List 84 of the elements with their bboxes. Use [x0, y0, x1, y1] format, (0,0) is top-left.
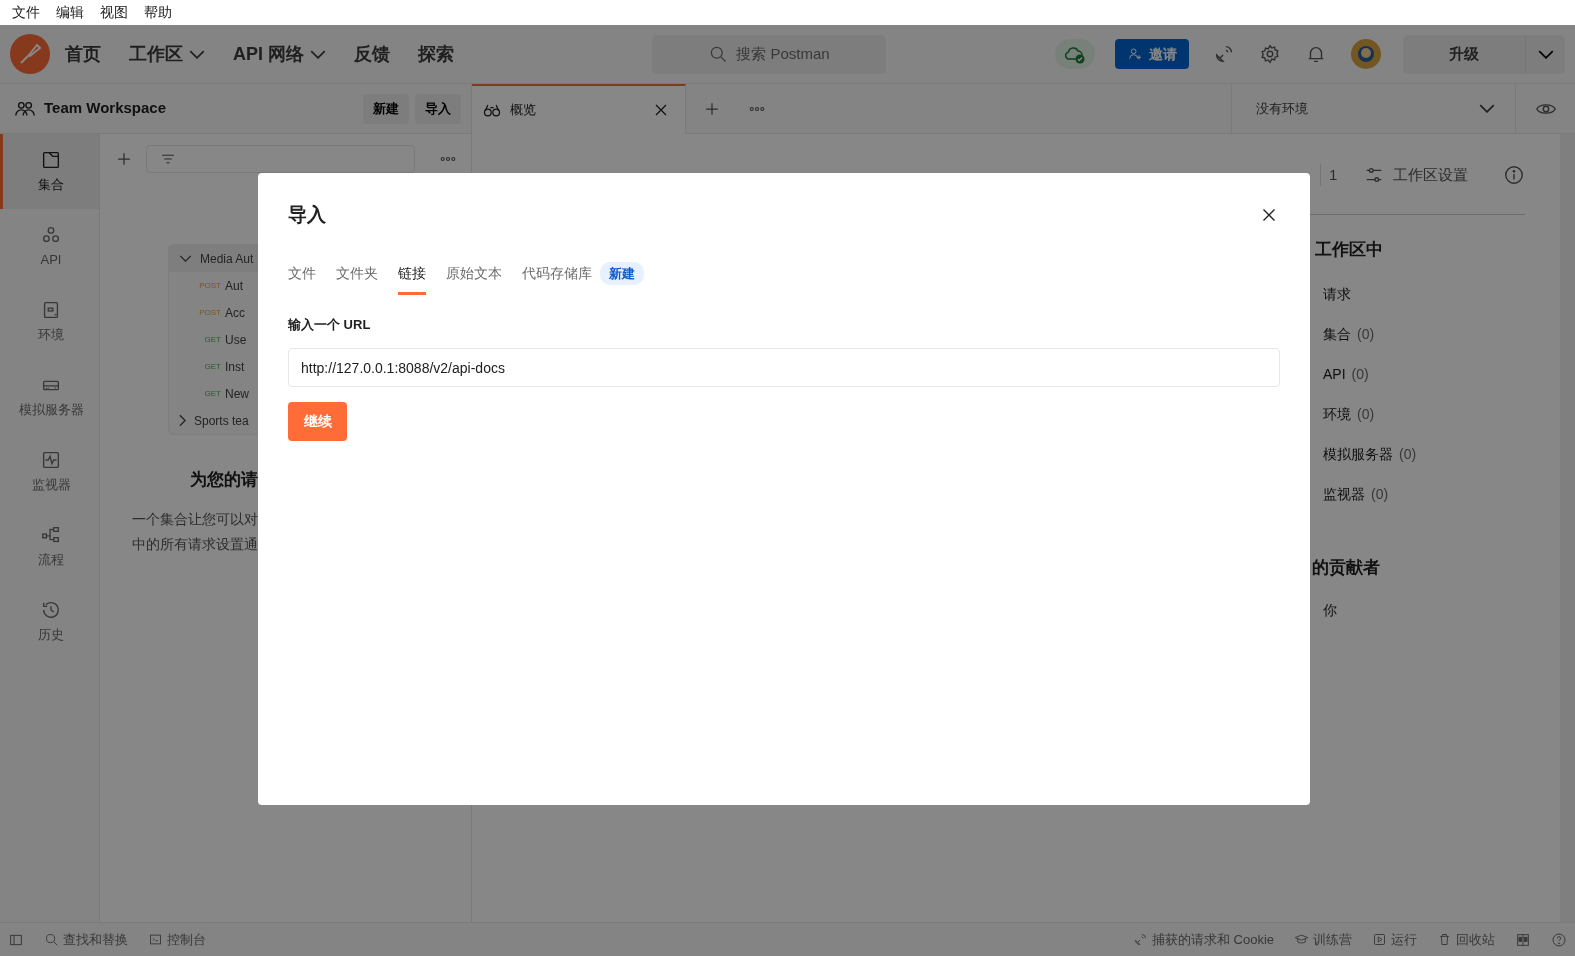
filter-field[interactable]: [146, 145, 415, 173]
sidebar-item[interactable]: 集合: [0, 134, 99, 209]
collection-item[interactable]: Sports tea: [169, 407, 260, 434]
url-input-field[interactable]: http://127.0.0.1:8088/v2/api-docs: [288, 348, 1280, 387]
request-item[interactable]: GET Inst: [169, 353, 260, 380]
nav-link[interactable]: API 网络: [233, 40, 326, 68]
trash-icon: [1437, 932, 1452, 947]
sidebar-item[interactable]: API: [0, 209, 99, 284]
sidebar-item[interactable]: 历史: [0, 584, 99, 659]
workspace-button[interactable]: 新建: [363, 93, 409, 124]
search-icon: [44, 932, 59, 947]
menu-item[interactable]: 编辑: [48, 2, 92, 23]
nav-link[interactable]: 探索: [418, 40, 454, 68]
invite-button[interactable]: 邀请: [1115, 39, 1189, 69]
request-item[interactable]: GET New: [169, 380, 260, 407]
status-button[interactable]: 训练营: [1294, 929, 1352, 950]
empty-state-text: 一个集合让您可以对: [131, 509, 258, 529]
graduation-cap-icon: [1294, 932, 1309, 947]
status-button[interactable]: 控制台: [148, 929, 206, 950]
person-plus-icon: [1127, 46, 1143, 62]
status-button[interactable]: 查找和替换: [44, 929, 128, 950]
nav-link[interactable]: 首页: [65, 40, 101, 68]
status-button[interactable]: 运行: [1372, 929, 1417, 950]
upgrade-menu-button[interactable]: [1525, 34, 1565, 74]
tab[interactable]: 代码存储库: [522, 261, 592, 295]
workspace-name: Team Workspace: [44, 98, 167, 119]
contributor-name: 你: [1323, 601, 1338, 620]
avatar[interactable]: [1351, 39, 1381, 69]
empty-state-text: 中的所有请求设置通: [131, 534, 258, 554]
upgrade-button[interactable]: 升级: [1403, 34, 1525, 74]
continue-button[interactable]: 继续: [288, 402, 347, 441]
sync-status[interactable]: [1055, 39, 1095, 69]
workspace-settings-button[interactable]: 工作区设置: [1363, 163, 1469, 187]
caret-icon: [310, 49, 326, 59]
status-button[interactable]: 回收站: [1437, 929, 1495, 950]
request-item[interactable]: GET Use: [169, 326, 260, 353]
tab[interactable]: 文件: [288, 261, 316, 295]
search-field[interactable]: 搜索 Postman: [652, 34, 886, 74]
workspace-stat[interactable]: 模拟服务器 (0): [1323, 434, 1525, 475]
sidebar-item[interactable]: 环境: [0, 284, 99, 359]
workspace-button[interactable]: 导入: [415, 93, 461, 124]
menu-item[interactable]: 文件: [4, 2, 48, 23]
caret-icon: [1479, 104, 1495, 113]
new-badge: 新建: [600, 261, 644, 285]
dialog-title: 导入: [288, 203, 326, 227]
help-icon[interactable]: [1551, 931, 1567, 948]
tab[interactable]: 文件夹: [336, 261, 378, 295]
tab[interactable]: 概览: [472, 84, 686, 134]
satellite-icon[interactable]: [1213, 43, 1235, 65]
console-icon: [148, 932, 163, 947]
nav-link[interactable]: 反馈: [354, 40, 390, 68]
workspace-stat[interactable]: 监视器 (0): [1323, 474, 1525, 515]
menu-item[interactable]: 帮助: [136, 2, 180, 23]
request-item[interactable]: POST Acc: [169, 299, 260, 326]
nav-link[interactable]: 工作区: [129, 40, 205, 68]
field-label: 输入一个 URL: [288, 315, 372, 334]
status-button[interactable]: 捕获的请求和 Cookie: [1132, 929, 1274, 950]
chevron-right-icon: [179, 414, 186, 427]
logo[interactable]: [10, 34, 50, 74]
satellite-icon: [1132, 932, 1148, 947]
info-icon[interactable]: [1503, 164, 1525, 186]
section-title: 的贡献者: [1312, 556, 1381, 579]
workspace-stat[interactable]: 集合 (0): [1323, 314, 1525, 355]
sidebar-item[interactable]: 模拟服务器: [0, 359, 99, 434]
section-title: 工作区中: [1315, 239, 1384, 261]
sidebar-item[interactable]: 监视器: [0, 434, 99, 509]
empty-state-title: 为您的请: [189, 469, 258, 491]
environment-dropdown[interactable]: 没有环境: [1231, 84, 1515, 133]
tab[interactable]: 链接: [398, 261, 426, 295]
settings-icon[interactable]: [1259, 43, 1281, 65]
request-item[interactable]: POST Aut: [169, 272, 260, 299]
collection-item[interactable]: Media Aut: [169, 245, 260, 272]
menu-item[interactable]: 视图: [92, 2, 136, 23]
layout-icon[interactable]: [1515, 931, 1531, 948]
caret-icon: [189, 49, 205, 59]
workspace-stat[interactable]: API (0): [1323, 354, 1525, 395]
caret-icon: [1537, 50, 1554, 60]
workspace-stat[interactable]: 请求: [1323, 274, 1525, 315]
tab[interactable]: 原始文本: [446, 261, 502, 295]
workspace-stat[interactable]: 环境 (0): [1323, 394, 1525, 435]
chevron-down-icon: [179, 255, 192, 262]
watch-count: 1: [1320, 163, 1338, 187]
sidebar-item[interactable]: 流程: [0, 509, 99, 584]
play-icon: [1372, 932, 1387, 947]
